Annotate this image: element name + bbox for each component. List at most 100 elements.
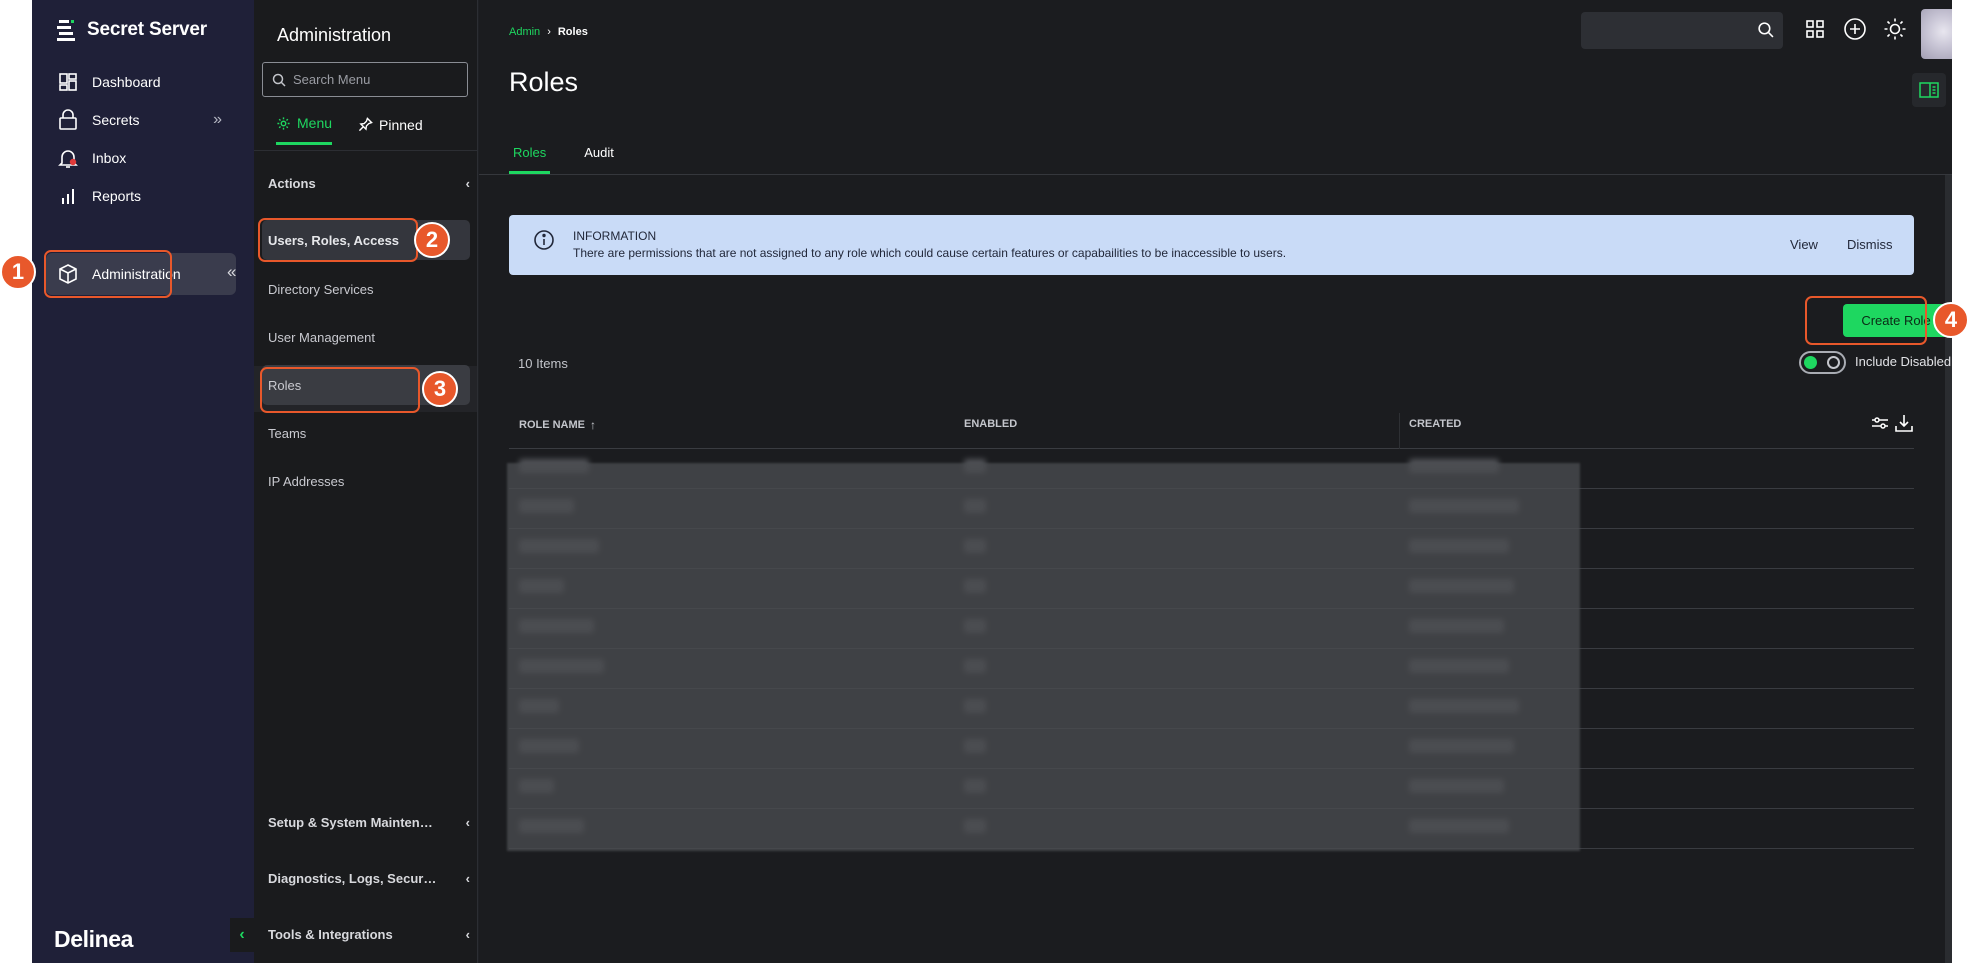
step-badge-3: 3: [422, 371, 458, 407]
tab-divider: [479, 174, 1952, 175]
highlight-create-role: [1805, 296, 1927, 345]
breadcrumb-admin[interactable]: Admin: [509, 26, 540, 38]
nav-label: Inbox: [92, 150, 127, 166]
menu-item-label: Teams: [268, 425, 307, 441]
nav-item-reports[interactable]: Reports: [46, 175, 236, 217]
search-icon: [1758, 22, 1774, 38]
column-role-name[interactable]: ROLE NAME ↑: [519, 418, 596, 432]
global-search-input[interactable]: [1591, 21, 1751, 36]
tab-roles[interactable]: Roles: [509, 145, 551, 174]
bell-icon: [56, 146, 80, 170]
dashboard-icon: [56, 70, 80, 94]
chevron-left-icon: ‹: [465, 871, 470, 886]
breadcrumb: Admin › Roles: [509, 26, 588, 38]
global-search[interactable]: [1581, 12, 1783, 49]
search-menu-field[interactable]: [262, 62, 468, 97]
menu-tabs: Menu Pinned: [276, 115, 423, 145]
nav-item-dashboard[interactable]: Dashboard: [46, 61, 236, 103]
collapse-sidebar-icon[interactable]: «: [227, 262, 236, 282]
admin-menu-title: Administration: [277, 25, 392, 45]
highlight-administration: [44, 250, 172, 298]
bar-chart-icon: [56, 184, 80, 208]
chevron-double-right-icon[interactable]: »: [213, 111, 222, 129]
nav-label: Secrets: [92, 112, 140, 128]
section-label: Actions: [268, 176, 316, 191]
theme-sun-icon[interactable]: [1881, 15, 1909, 43]
search-menu-input[interactable]: [293, 72, 463, 87]
section-tools-integrations[interactable]: Tools & Integrations ‹: [268, 927, 470, 942]
section-actions[interactable]: Actions ‹: [268, 176, 470, 191]
tab-pinned[interactable]: Pinned: [358, 115, 423, 145]
nav-item-inbox[interactable]: Inbox: [46, 137, 236, 179]
secret-server-logo-icon: [57, 20, 75, 41]
column-enabled[interactable]: ENABLED: [964, 418, 1017, 430]
scrollbar[interactable]: [1945, 175, 1952, 963]
column-label: CREATED: [1409, 418, 1462, 430]
app-window: Secret Server Dashboard Secrets » Inbox …: [32, 0, 1952, 963]
menu-item-user-management[interactable]: User Management: [262, 317, 470, 357]
tab-audit[interactable]: Audit: [580, 145, 618, 174]
gear-icon: [277, 116, 290, 130]
table-tools: [1870, 413, 1914, 438]
items-count: 10 Items: [518, 356, 568, 371]
highlight-users-roles-access: [258, 218, 418, 262]
info-message: There are permissions that are not assig…: [573, 246, 1287, 260]
section-label: Setup & System Maintenance: [268, 815, 438, 830]
menu-item-label: Directory Services: [268, 281, 374, 297]
column-settings-icon[interactable]: [1870, 413, 1890, 438]
delinea-logo: Delinea: [54, 926, 134, 952]
menu-item-label: User Management: [268, 329, 375, 345]
tab-menu[interactable]: Menu: [276, 115, 333, 145]
side-panel-toggle-icon[interactable]: [1912, 73, 1946, 107]
avatar[interactable]: [1921, 9, 1952, 59]
redacted-table-region: [507, 463, 1580, 851]
admin-menu: Administration Menu Pinned Actions ‹ Use…: [254, 0, 478, 963]
section-diagnostics-logs-security[interactable]: Diagnostics, Logs, Security ‹: [268, 871, 470, 886]
menu-item-ip-addresses[interactable]: IP Addresses: [262, 461, 470, 501]
information-banner: INFORMATION There are permissions that a…: [509, 215, 1914, 275]
step-badge-4: 4: [1933, 302, 1969, 338]
column-divider: [1399, 413, 1400, 449]
menu-item-directory-services[interactable]: Directory Services: [262, 269, 470, 309]
pin-icon: [358, 117, 373, 132]
column-created[interactable]: CREATED: [1409, 418, 1461, 430]
main-content: Admin › Roles Roles Roles Audit INFORMAT…: [479, 0, 1952, 963]
add-circle-icon[interactable]: [1841, 15, 1869, 43]
download-icon[interactable]: [1894, 413, 1914, 438]
page-title: Roles: [509, 67, 579, 97]
nav-item-secrets[interactable]: Secrets »: [46, 99, 236, 141]
tab-label: Menu: [297, 115, 333, 131]
chevron-right-icon: ›: [547, 26, 551, 38]
info-dismiss-link[interactable]: Dismiss: [1847, 237, 1893, 252]
brand-name: Secret Server: [87, 19, 207, 40]
info-icon: [534, 230, 554, 250]
search-icon: [272, 73, 286, 87]
column-label: ENABLED: [964, 418, 1018, 430]
apps-grid-icon[interactable]: [1801, 15, 1829, 43]
include-disabled-toggle[interactable]: [1799, 351, 1846, 374]
column-label: ROLE NAME: [519, 419, 585, 431]
chevron-left-icon: ‹: [465, 927, 470, 942]
nav-label: Dashboard: [92, 74, 161, 90]
menu-item-teams[interactable]: Teams: [262, 413, 470, 453]
chevron-left-icon: ‹: [465, 815, 470, 830]
section-setup-system-maintenance[interactable]: Setup & System Maintenance ‹: [268, 815, 470, 830]
info-view-link[interactable]: View: [1790, 237, 1818, 252]
table-header: ROLE NAME ↑ ENABLED CREATED: [509, 405, 1914, 449]
page-tabs: Roles Audit: [509, 145, 618, 174]
collapse-menu-button[interactable]: ‹: [230, 918, 254, 952]
step-badge-2: 2: [414, 222, 450, 258]
nav-label: Reports: [92, 188, 142, 204]
sort-ascending-icon: ↑: [590, 418, 596, 432]
toggle-off-marker: [1827, 356, 1840, 369]
lock-icon: [56, 108, 80, 132]
section-label: Tools & Integrations: [268, 927, 393, 942]
section-label: Diagnostics, Logs, Security: [268, 871, 438, 886]
brand: Secret Server: [56, 18, 207, 42]
highlight-roles: [260, 367, 420, 413]
toggle-knob: [1804, 356, 1817, 369]
screenshot-frame: Secret Server Dashboard Secrets » Inbox …: [0, 0, 1975, 963]
chevron-left-icon: ‹: [465, 176, 470, 191]
breadcrumb-current: Roles: [557, 26, 588, 38]
include-disabled-label: Include Disabled: [1855, 354, 1952, 369]
